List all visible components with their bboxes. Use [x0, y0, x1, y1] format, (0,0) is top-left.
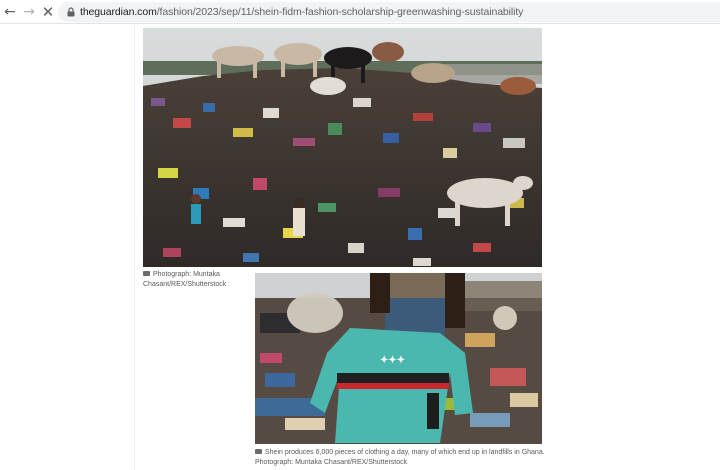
photo1-credit-text: Photograph: Muntaka Chasant/REX/Shutters…: [143, 271, 227, 288]
shirt-graphic: ✦✦✦: [380, 355, 405, 366]
browser-toolbar: ← → ✕ theguardian.com/fashion/2023/sep/1…: [0, 0, 720, 24]
photo1-caption: Photograph: Muntaka Chasant/REX/Shutters…: [143, 270, 248, 289]
stop-loading-icon[interactable]: ✕: [39, 3, 57, 21]
address-bar[interactable]: theguardian.com/fashion/2023/sep/11/shei…: [58, 2, 720, 22]
column-divider: [134, 25, 135, 470]
forward-arrow-icon[interactable]: →: [20, 3, 38, 21]
camera-icon: [255, 449, 262, 454]
photo2-caption-text: Shein produces 6,000 pieces of clothing …: [265, 449, 545, 456]
lock-icon: [67, 7, 75, 17]
url-host: theguardian.com: [80, 6, 157, 18]
url-text: theguardian.com/fashion/2023/sep/11/shei…: [80, 5, 523, 19]
landfill-cattle-photo: [143, 28, 542, 267]
url-path: /fashion/2023/sep/11/shein-fidm-fashion-…: [156, 6, 524, 18]
camera-icon: [143, 271, 150, 276]
photo2-credit-text: Photograph: Muntaka Chasant/REX/Shutters…: [255, 458, 408, 466]
back-arrow-icon[interactable]: ←: [1, 3, 19, 21]
shirt-landfill-photo: ✦✦✦: [255, 273, 542, 444]
photo2-caption: Shein produces 6,000 pieces of clothing …: [255, 448, 545, 467]
